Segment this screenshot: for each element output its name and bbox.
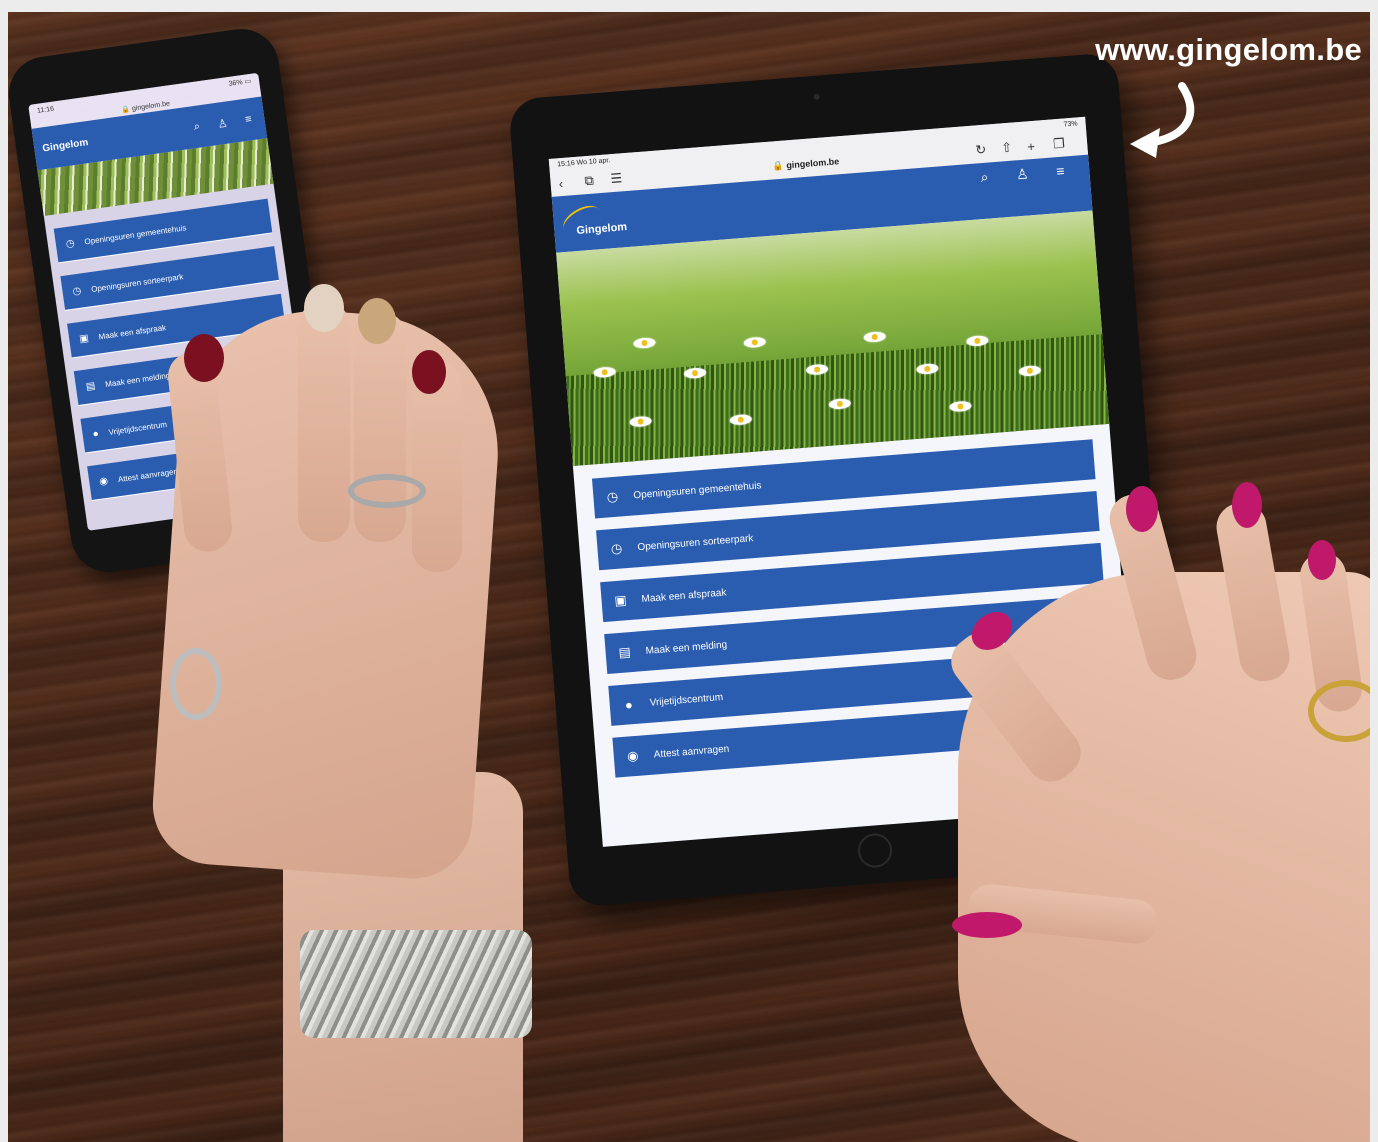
tabs-icon[interactable]: ❐ [1053, 134, 1080, 152]
braided-bracelet [300, 930, 532, 1038]
nail [412, 350, 446, 394]
nail [184, 334, 224, 382]
finger [298, 302, 350, 542]
menu-item-label: Openingsuren sorteerpark [90, 271, 184, 294]
new-tab-icon[interactable]: + [1027, 137, 1054, 154]
menu-item-label: Maak een melding [104, 370, 171, 389]
clock-icon: ◷ [606, 488, 619, 505]
hamburger-menu-icon[interactable]: ≡ [240, 112, 258, 126]
nail [1232, 482, 1262, 528]
calendar-icon: ▣ [78, 332, 90, 345]
phone-status-battery: 36% ▭ [228, 77, 252, 88]
photo-scene: 11:16 36% ▭ 🔒 gingelom.be Gingelom ⌕ ♙ ≡… [8, 12, 1370, 1142]
header-icons: ⌕ ♙ ≡ [965, 161, 1080, 187]
menu-item-label: Openingsuren gemeentehuis [83, 222, 187, 246]
menu-item-label: Maak een afspraak [97, 322, 167, 341]
menu-item-label: Openingsuren gemeentehuis [632, 479, 762, 501]
location-pin-icon: ● [91, 427, 100, 440]
search-icon[interactable]: ⌕ [188, 119, 206, 134]
tablet-site-logo[interactable]: Gingelom [576, 221, 628, 237]
nail [304, 284, 344, 332]
calendar-icon: ▣ [613, 592, 628, 609]
back-icon[interactable]: ‹ [558, 174, 585, 190]
clock-icon: ◷ [610, 540, 623, 557]
menu-item-label: Maak een melding [645, 639, 728, 657]
nail [358, 298, 396, 344]
menu-item-label: Maak een afspraak [641, 586, 727, 605]
finger [412, 362, 462, 572]
menu-item-label: Attest aanvragen [117, 466, 179, 484]
reader-icon[interactable]: ☰ [610, 169, 637, 187]
nail [952, 912, 1022, 938]
message-icon: ▤ [617, 644, 632, 661]
hamburger-menu-icon[interactable]: ≡ [1041, 161, 1080, 181]
front-camera [813, 93, 820, 100]
menu-item-label: Vrijetijdscentrum [107, 419, 168, 437]
daisy [743, 336, 767, 349]
silver-ring [170, 648, 222, 720]
website-url-label: www.gingelom.be [1095, 32, 1362, 67]
tablet-status-battery: 73% [1063, 119, 1078, 128]
nail [1126, 486, 1158, 532]
message-icon: ▤ [85, 379, 97, 393]
silver-ring [348, 474, 426, 508]
location-pin-icon: ● [624, 696, 634, 713]
menu-item-label: Openingsuren sorteerpark [637, 532, 754, 553]
person-icon: ◉ [98, 475, 109, 488]
nail [1308, 540, 1336, 580]
share-icon[interactable]: ⇧ [1001, 138, 1028, 156]
person-icon: ◉ [626, 747, 640, 764]
phone-status-time: 11:16 [36, 105, 55, 115]
home-button[interactable] [856, 832, 894, 869]
reload-icon[interactable]: ↻ [975, 140, 1002, 158]
bookmarks-icon[interactable]: ⧉ [584, 171, 611, 189]
clock-icon: ◷ [71, 285, 83, 298]
tablet-hero-image [556, 210, 1110, 467]
clock-icon: ◷ [65, 237, 76, 250]
daisy [633, 337, 656, 349]
menu-item-label: Vrijetijdscentrum [649, 691, 724, 709]
user-icon[interactable]: ♙ [214, 116, 232, 131]
curved-arrow-icon [1130, 82, 1195, 158]
search-icon[interactable]: ⌕ [965, 167, 1004, 187]
user-icon[interactable]: ♙ [1003, 164, 1042, 184]
daisy [863, 331, 887, 343]
menu-item-label: Attest aanvragen [653, 743, 730, 761]
phone-site-logo[interactable]: Gingelom [42, 124, 180, 154]
tablet-address-text: gingelom.be [785, 155, 840, 170]
